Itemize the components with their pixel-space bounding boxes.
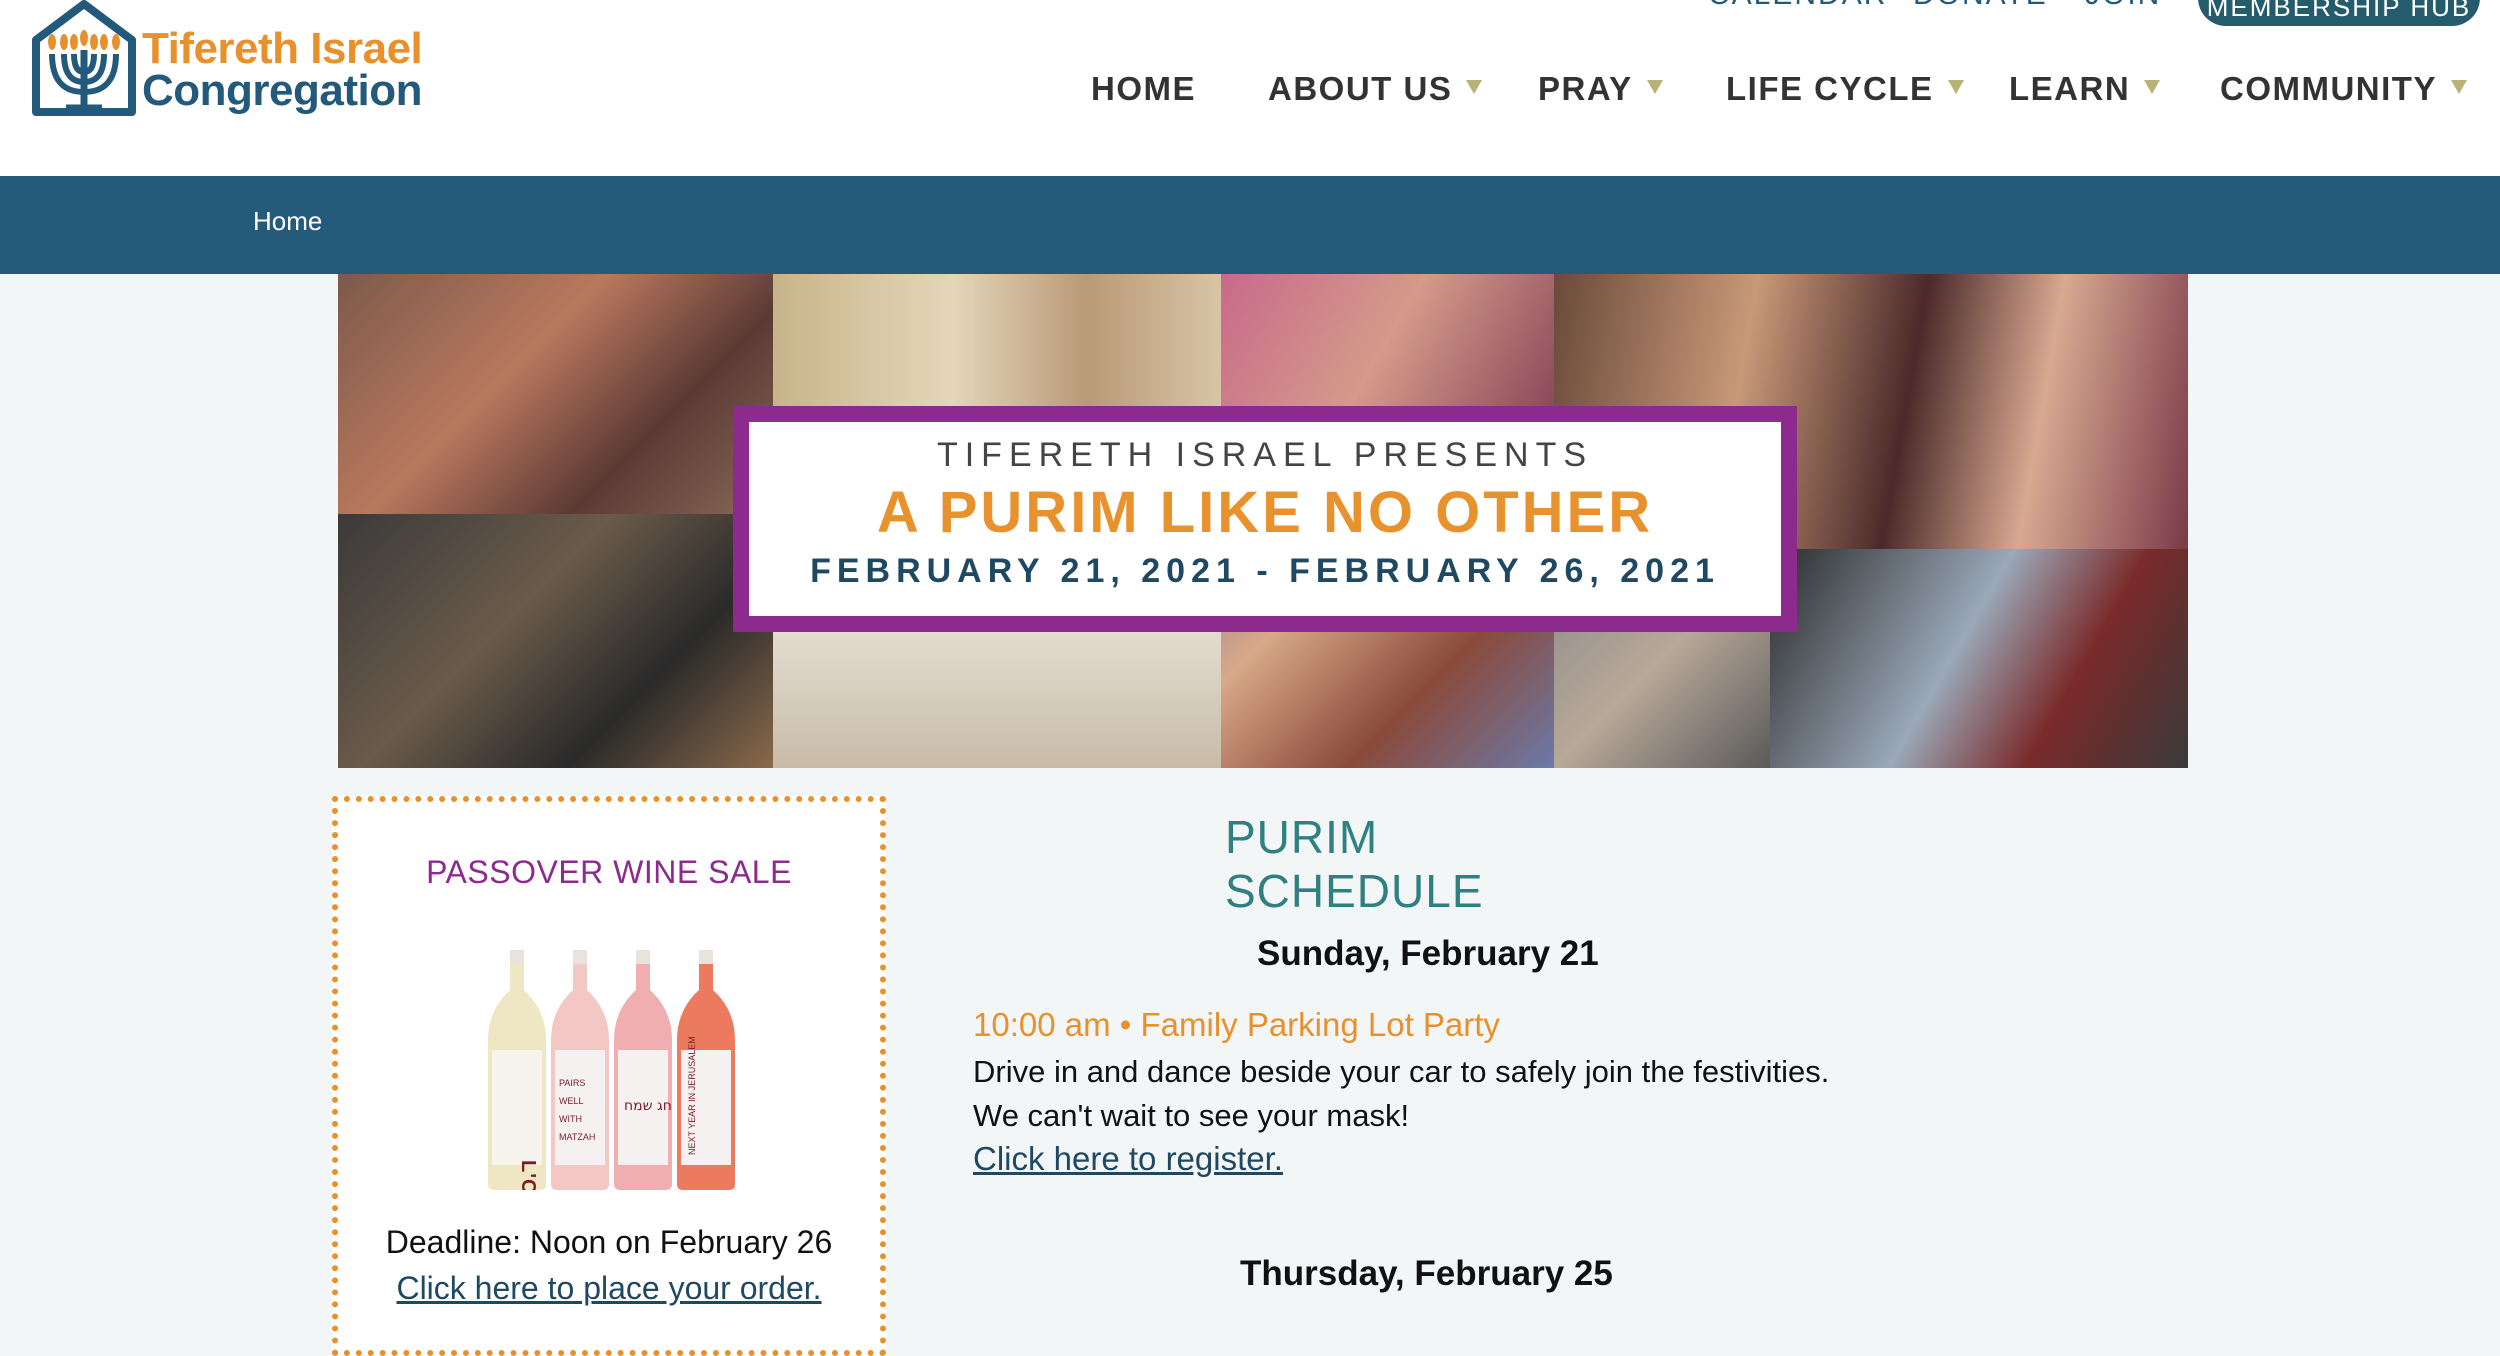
schedule-title: PURIM SCHEDULE bbox=[1225, 811, 1484, 917]
hero-photo-dancers bbox=[338, 274, 773, 514]
breadcrumb-home-link[interactable]: Home bbox=[253, 206, 322, 237]
nav-pray[interactable]: PRAY bbox=[1538, 70, 1663, 108]
schedule-day-date: Sunday, February 21 bbox=[1257, 934, 1599, 973]
hero-dates: FEBRUARY 21, 2021 - FEBRUARY 26, 2021 bbox=[810, 552, 1720, 590]
event-title: 10:00 am • Family Parking Lot Party bbox=[973, 1006, 1500, 1043]
site-header: Tifereth Israel Congregation CALENDAR DO… bbox=[0, 0, 2500, 176]
dropdown-caret-icon bbox=[1646, 80, 1663, 95]
hero-pre-title: TIFERETH ISRAEL PRESENTS bbox=[936, 436, 1594, 474]
hero-photo-costume-woman bbox=[1221, 274, 1554, 406]
event-description-line: We can't wait to see your mask! bbox=[973, 1098, 1410, 1133]
hero-photo-children bbox=[773, 274, 1221, 406]
hero-title: A PURIM LIKE NO OTHER bbox=[876, 480, 1654, 545]
wine-sale-card: PASSOVER WINE SALE L'CHAIM PAIRSWELLWITH… bbox=[332, 796, 886, 1356]
event-register-link[interactable]: Click here to register. bbox=[973, 1140, 1283, 1178]
breadcrumb: Home bbox=[0, 176, 2500, 274]
nav-learn[interactable]: LEARN bbox=[2009, 70, 2161, 108]
nav-life-cycle-label: LIFE CYCLE bbox=[1726, 70, 1934, 107]
wine-sale-deadline: Deadline: Noon on February 26 bbox=[385, 1224, 833, 1260]
donate-link[interactable]: DONATE bbox=[1913, 0, 2048, 12]
main-nav: HOME ABOUT US PRAY LIFE CYCLE LEARN COMM… bbox=[0, 70, 2500, 120]
wine-sale-title: PASSOVER WINE SALE bbox=[426, 854, 792, 890]
nav-about-us[interactable]: ABOUT US bbox=[1268, 70, 1483, 108]
nav-life-cycle[interactable]: LIFE CYCLE bbox=[1726, 70, 1964, 108]
wine-order-link[interactable]: Click here to place your order. bbox=[338, 1270, 880, 1307]
bottle-label-lchaim: L'CHAIM bbox=[517, 1160, 539, 1190]
event-description-line: Drive in and dance beside your car to sa… bbox=[973, 1054, 1830, 1089]
nav-pray-label: PRAY bbox=[1538, 70, 1633, 107]
hero-photo-reading bbox=[338, 514, 773, 768]
nav-home-label: HOME bbox=[1091, 70, 1196, 107]
dropdown-caret-icon bbox=[1947, 80, 1964, 95]
membership-hub-button[interactable]: MEMBERSHIP HUB bbox=[2198, 0, 2480, 26]
bottle-label-chag: חג שמח bbox=[624, 1098, 672, 1114]
calendar-link[interactable]: CALENDAR bbox=[1708, 0, 1887, 12]
nav-community[interactable]: COMMUNITY bbox=[2220, 70, 2467, 108]
nav-learn-label: LEARN bbox=[2009, 70, 2131, 107]
logo-line-1: Tifereth Israel bbox=[142, 24, 423, 73]
schedule-day-date: Thursday, February 25 bbox=[1240, 1254, 1613, 1293]
hero-title-card: TIFERETH ISRAEL PRESENTS A PURIM LIKE NO… bbox=[733, 406, 1797, 632]
bottle-label-jerusalem: NEXT YEAR IN JERUSALEM bbox=[687, 1036, 697, 1155]
wine-bottles-image: L'CHAIM PAIRSWELLWITHMATZAH חג שמח NEXT … bbox=[488, 950, 735, 1190]
nav-home[interactable]: HOME bbox=[1091, 70, 1196, 108]
join-link[interactable]: JOIN bbox=[2085, 0, 2161, 12]
nav-about-us-label: ABOUT US bbox=[1268, 70, 1453, 107]
hero-banner: TIFERETH ISRAEL PRESENTS A PURIM LIKE NO… bbox=[338, 274, 2188, 768]
hero-photo-megillah-reader bbox=[1770, 549, 2188, 768]
nav-community-label: COMMUNITY bbox=[2220, 70, 2437, 107]
dropdown-caret-icon bbox=[2450, 80, 2467, 95]
dropdown-caret-icon bbox=[1466, 80, 1483, 95]
dropdown-caret-icon bbox=[2144, 80, 2161, 95]
